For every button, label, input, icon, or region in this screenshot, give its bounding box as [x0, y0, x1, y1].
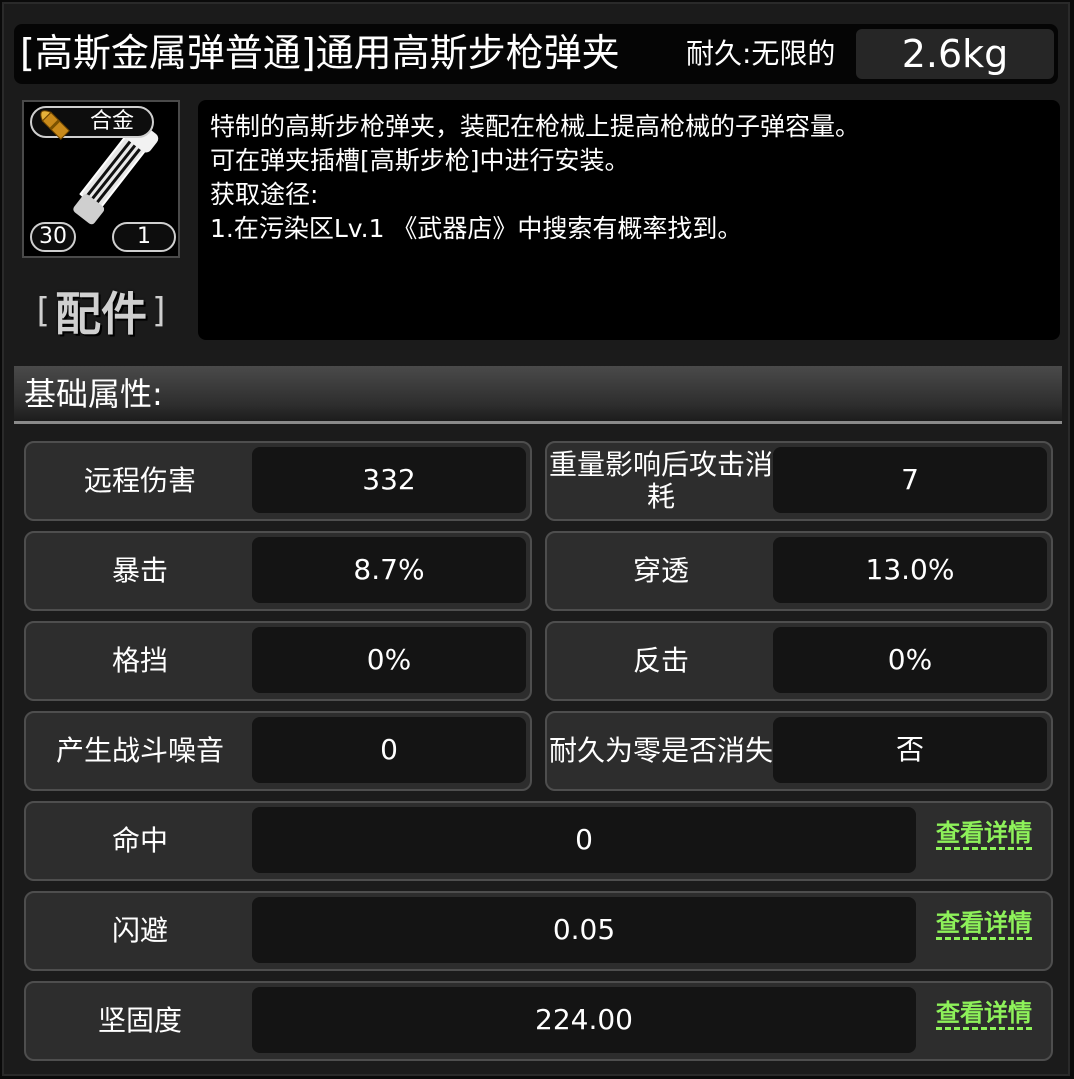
item-header: [高斯金属弹普通]通用高斯步枪弹夹 耐久:无限的 2.6kg	[14, 24, 1058, 84]
attr-accuracy: 命中 0 查看详情	[24, 801, 1053, 881]
attr-label: 暴击	[111, 554, 168, 587]
attr-value: 8.7%	[252, 537, 526, 603]
attr-label: 闪避	[111, 914, 168, 947]
attr-label: 远程伤害	[83, 464, 196, 497]
description-line: 特制的高斯步枪弹夹，装配在枪械上提高枪械的子弹容量。	[210, 112, 861, 141]
section-title: 基础属性:	[24, 375, 163, 413]
view-details-link[interactable]: 查看详情	[936, 819, 1032, 850]
attr-ranged-damage: 远程伤害 332	[24, 441, 532, 521]
attr-label: 坚固度	[97, 1004, 182, 1037]
attr-penetration: 穿透 13.0%	[545, 531, 1053, 611]
attr-label: 耐久为零是否消失	[548, 734, 773, 767]
description-line: 1.在污染区Lv.1 《武器店》中搜索有概率找到。	[210, 214, 743, 243]
attr-value: 0%	[252, 627, 526, 693]
stack-count-badge: 30	[30, 222, 76, 252]
attr-value: 0	[252, 717, 526, 783]
attr-dodge: 闪避 0.05 查看详情	[24, 891, 1053, 971]
attr-vanish-on-zero-durability: 耐久为零是否消失 否	[545, 711, 1053, 791]
attr-value: 7	[773, 447, 1047, 513]
attr-attack-cost: 重量影响后攻击消耗 7	[545, 441, 1053, 521]
attr-label: 重量影响后攻击消耗	[548, 448, 773, 513]
attr-combat-noise: 产生战斗噪音 0	[24, 711, 532, 791]
durability-label: 耐久:无限的	[686, 37, 836, 70]
quantity-badge: 1	[112, 222, 176, 252]
material-label: 合金	[90, 109, 135, 134]
item-category: [ 配件 ]	[22, 278, 180, 344]
attr-critical: 暴击 8.7%	[24, 531, 532, 611]
attr-value: 0.05	[252, 897, 916, 963]
view-details-link[interactable]: 查看详情	[936, 909, 1032, 940]
base-attributes-header: 基础属性:	[14, 366, 1062, 424]
description-line: 获取途径:	[210, 180, 319, 209]
attr-value: 332	[252, 447, 526, 513]
attr-label: 产生战斗噪音	[55, 734, 224, 767]
attr-value: 224.00	[252, 987, 916, 1053]
item-weight: 2.6kg	[856, 29, 1054, 79]
category-bracket-close: ]	[152, 291, 166, 331]
material-badge: 合金	[30, 106, 154, 140]
view-details-link[interactable]: 查看详情	[936, 999, 1032, 1030]
category-label: 配件	[55, 287, 147, 341]
attr-block: 格挡 0%	[24, 621, 532, 701]
attr-value: 13.0%	[773, 537, 1047, 603]
category-bracket-open: [	[36, 291, 50, 331]
description-line: 可在弹夹插槽[高斯步枪]中进行安装。	[210, 146, 630, 175]
item-icon-frame[interactable]: 合金 30 1	[22, 100, 180, 258]
attr-value: 0%	[773, 627, 1047, 693]
item-title: [高斯金属弹普通]通用高斯步枪弹夹	[20, 31, 620, 75]
bullet-icon	[40, 110, 70, 140]
attr-label: 反击	[632, 644, 689, 677]
attr-toughness: 坚固度 224.00 查看详情	[24, 981, 1053, 1061]
attr-label: 穿透	[632, 554, 689, 587]
item-description: 特制的高斯步枪弹夹，装配在枪械上提高枪械的子弹容量。 可在弹夹插槽[高斯步枪]中…	[198, 100, 1060, 340]
attr-value: 否	[773, 717, 1047, 783]
attr-label: 命中	[111, 824, 168, 857]
attr-value: 0	[252, 807, 916, 873]
attr-counter: 反击 0%	[545, 621, 1053, 701]
attr-label: 格挡	[111, 644, 168, 677]
